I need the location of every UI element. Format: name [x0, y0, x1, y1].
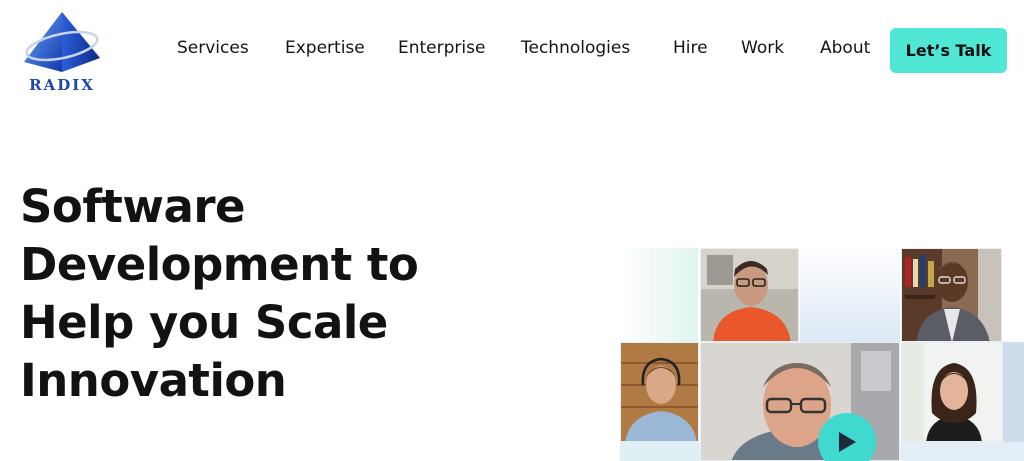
hero-title-line: Development to: [20, 238, 419, 291]
hero-title-line: Help you Scale: [20, 296, 388, 349]
participant-avatar: [902, 249, 1001, 341]
participant-video-tile[interactable]: [620, 342, 699, 442]
radix-logo[interactable]: RADIX: [18, 10, 106, 94]
nav-item-about[interactable]: About: [820, 38, 870, 58]
participant-video-tile[interactable]: [901, 342, 1003, 442]
lets-talk-button[interactable]: Let’s Talk: [890, 28, 1007, 73]
nav-item-technologies[interactable]: Technologies: [521, 38, 630, 58]
nav-item-work[interactable]: Work: [741, 38, 784, 58]
participant-video-tile[interactable]: [700, 248, 799, 342]
nav-item-enterprise[interactable]: Enterprise: [398, 38, 485, 58]
participant-video-tile[interactable]: [901, 248, 1002, 342]
decor-block: [620, 442, 700, 461]
participant-avatar: [902, 343, 1002, 441]
nav-item-expertise[interactable]: Expertise: [285, 38, 365, 58]
decor-block: [1003, 342, 1024, 442]
hero-title-line: Innovation: [20, 354, 287, 407]
hero-title-line: Software: [20, 180, 246, 233]
participant-avatar: [701, 249, 798, 341]
hero-title: Software Development to Help you Scale I…: [20, 178, 490, 410]
pyramid-logo-icon: [24, 12, 100, 72]
decor-block: [800, 248, 900, 342]
nav-item-hire[interactable]: Hire: [673, 38, 708, 58]
play-icon: [839, 432, 856, 452]
decor-block: [620, 248, 698, 342]
participant-avatar: [621, 343, 698, 441]
brand-name: RADIX: [29, 76, 95, 94]
nav-item-services[interactable]: Services: [177, 38, 249, 58]
decor-block: [900, 442, 1024, 461]
site-header: RADIX Services Expertise Enterprise Tech…: [0, 0, 1024, 110]
